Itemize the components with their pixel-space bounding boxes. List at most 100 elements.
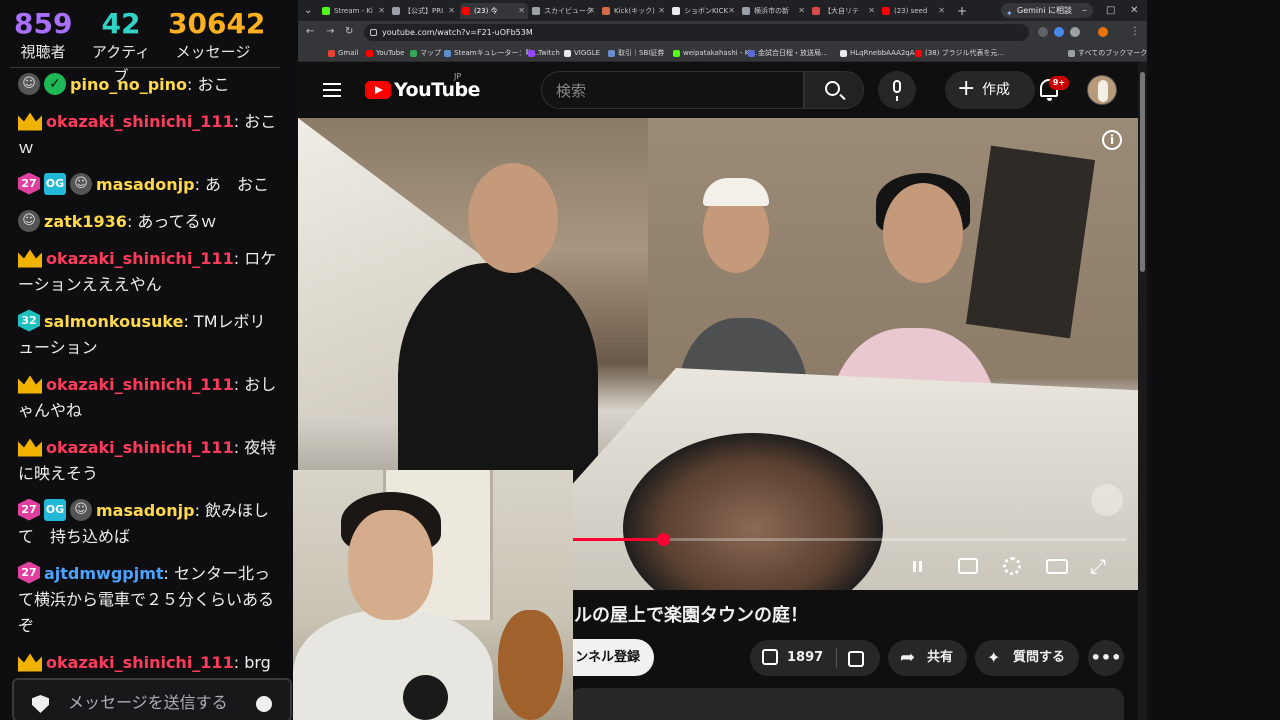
- fullscreen-icon[interactable]: [1088, 554, 1118, 578]
- gemini-button[interactable]: ✦ Gemini に相談: [1001, 3, 1093, 18]
- subtitles-icon[interactable]: [958, 558, 978, 574]
- chat-username[interactable]: okazaki_shinichi_111: [46, 249, 234, 268]
- thumbs-down-icon[interactable]: [848, 651, 864, 667]
- close-tab-icon[interactable]: ✕: [378, 3, 385, 19]
- bookmark-item[interactable]: Gmail: [328, 46, 358, 60]
- chat-username[interactable]: masadonjp: [96, 501, 195, 520]
- message-count: 30642: [168, 7, 266, 40]
- theater-mode-icon[interactable]: [1046, 559, 1068, 574]
- search-box[interactable]: [541, 71, 804, 109]
- close-tab-icon[interactable]: ✕: [868, 3, 875, 19]
- chat-text: あってるｗ: [137, 212, 217, 231]
- chat-input-box[interactable]: [12, 678, 292, 720]
- extension-icon[interactable]: [1038, 27, 1048, 37]
- chat-username[interactable]: okazaki_shinichi_111: [46, 112, 234, 131]
- create-button[interactable]: + 作成: [945, 71, 1035, 109]
- like-count[interactable]: 1897: [787, 640, 823, 676]
- scrollbar-thumb[interactable]: [1140, 72, 1145, 272]
- sparkle-icon: ✦: [987, 648, 1001, 667]
- chat-username[interactable]: okazaki_shinichi_111: [46, 653, 234, 672]
- chat-message: 27 OG ☺ masadonjp: 飲みほして 持ち込めば: [18, 498, 280, 550]
- minimize-icon[interactable]: –: [1082, 3, 1087, 19]
- more-actions-button[interactable]: •••: [1088, 640, 1124, 676]
- chat-username[interactable]: pino_no_pino: [70, 75, 187, 94]
- pause-icon[interactable]: [902, 554, 932, 578]
- close-tab-icon[interactable]: ✕: [658, 3, 665, 19]
- profile-icon[interactable]: [1098, 27, 1108, 37]
- search-input[interactable]: [556, 80, 786, 102]
- browser-tab[interactable]: 【大自リテ ✕: [810, 3, 878, 19]
- bookmark-item[interactable]: weipatakahashi - Ki...: [673, 46, 758, 60]
- chat-separator: :: [233, 438, 245, 457]
- progress-bar[interactable]: [568, 533, 1126, 546]
- bookmark-item[interactable]: VIGGLE: [564, 46, 600, 60]
- tab-title: 横浜市の新: [754, 7, 789, 15]
- account-avatar[interactable]: [1087, 75, 1117, 105]
- chat-username[interactable]: okazaki_shinichi_111: [46, 438, 234, 457]
- browser-tab[interactable]: Kick(キック) ✕: [600, 3, 668, 19]
- bookmark-item[interactable]: YouTube: [366, 46, 404, 60]
- ask-button[interactable]: ✦ 質問する: [975, 640, 1079, 676]
- close-tab-icon[interactable]: ✕: [798, 3, 805, 19]
- close-tab-icon[interactable]: ✕: [588, 3, 595, 19]
- settings-gear-icon[interactable]: [1003, 557, 1021, 575]
- tab-search-icon[interactable]: ⌄: [304, 3, 312, 19]
- bookmark-item[interactable]: HLqRnebbAAA2qA...: [840, 46, 921, 60]
- share-button[interactable]: ➦ 共有: [888, 640, 967, 676]
- shield-icon[interactable]: [32, 695, 49, 713]
- close-tab-icon[interactable]: ✕: [448, 3, 455, 19]
- bookmark-item[interactable]: Twitch: [528, 46, 560, 60]
- gemini-label: Gemini に相談: [1017, 6, 1072, 15]
- channel-watermark[interactable]: [1091, 484, 1123, 516]
- bookmark-item[interactable]: Steamキュレーター：吹...: [444, 46, 539, 60]
- browser-tab[interactable]: 【公式】PRI ✕: [390, 3, 458, 19]
- forward-icon[interactable]: →: [326, 24, 334, 40]
- chat-username[interactable]: masadonjp: [96, 175, 195, 194]
- description-box[interactable]: [570, 688, 1124, 720]
- webcam-scene-guitar: [498, 610, 563, 720]
- chat-message-input[interactable]: [68, 688, 248, 716]
- extension-icon[interactable]: [1070, 27, 1080, 37]
- chat-username[interactable]: okazaki_shinichi_111: [46, 375, 234, 394]
- thumbs-up-icon[interactable]: [762, 649, 778, 665]
- search-button[interactable]: [804, 71, 864, 109]
- bookmark-item[interactable]: マップ: [410, 46, 441, 60]
- scrubber-handle[interactable]: [657, 533, 670, 546]
- chat-username[interactable]: zatk1936: [44, 212, 127, 231]
- reload-icon[interactable]: ↻: [345, 24, 353, 40]
- voice-search-button[interactable]: [878, 71, 916, 109]
- all-bookmarks-folder[interactable]: すべてのブックマーク: [1068, 46, 1147, 60]
- browser-tab[interactable]: (23) 今 ✕: [460, 3, 528, 19]
- chat-username[interactable]: salmonkousuke: [44, 312, 183, 331]
- site-info-icon[interactable]: [370, 29, 377, 36]
- chat-username[interactable]: ajtdmwgpjmt: [44, 564, 164, 583]
- bookmark-item[interactable]: 取引｜SBI証券: [608, 46, 664, 60]
- browser-tab[interactable]: スカイビュータ ✕: [530, 3, 598, 19]
- bookmark-label: 金試合日程・放送局...: [758, 49, 828, 57]
- close-tab-icon[interactable]: ✕: [518, 3, 525, 19]
- maximize-icon[interactable]: □: [1106, 3, 1115, 19]
- bookmark-item[interactable]: 金試合日程・放送局...: [748, 46, 828, 60]
- info-icon[interactable]: i: [1102, 130, 1122, 150]
- menu-icon[interactable]: [323, 83, 341, 97]
- bookmark-item[interactable]: (38) ブラジル代表を元...: [915, 46, 1004, 60]
- address-bar[interactable]: youtube.com/watch?v=F21-uOFb53M: [364, 24, 1029, 41]
- crown-badge-icon: [18, 112, 42, 131]
- tab-favicon-icon: [602, 7, 610, 15]
- back-icon[interactable]: ←: [306, 24, 314, 40]
- page-scrollbar[interactable]: [1138, 62, 1147, 720]
- chat-separator: :: [194, 501, 206, 520]
- youtube-header: YouTube JP + 作成 9+: [298, 62, 1147, 118]
- extension-icon[interactable]: [1054, 27, 1064, 37]
- browser-tab[interactable]: (23) seed ✕: [880, 3, 948, 19]
- new-tab-button[interactable]: +: [957, 3, 967, 19]
- close-tab-icon[interactable]: ✕: [938, 3, 945, 19]
- browser-menu-icon[interactable]: ⋮: [1130, 24, 1140, 40]
- bookmark-favicon-icon: [444, 50, 451, 57]
- browser-tab[interactable]: 横浜市の新 ✕: [740, 3, 808, 19]
- browser-tab[interactable]: ショボンKICK ✕: [670, 3, 738, 19]
- close-window-icon[interactable]: ✕: [1130, 3, 1138, 19]
- close-tab-icon[interactable]: ✕: [728, 3, 735, 19]
- browser-tab[interactable]: Stream - Ki ✕: [320, 3, 388, 19]
- emoji-icon[interactable]: [256, 696, 272, 712]
